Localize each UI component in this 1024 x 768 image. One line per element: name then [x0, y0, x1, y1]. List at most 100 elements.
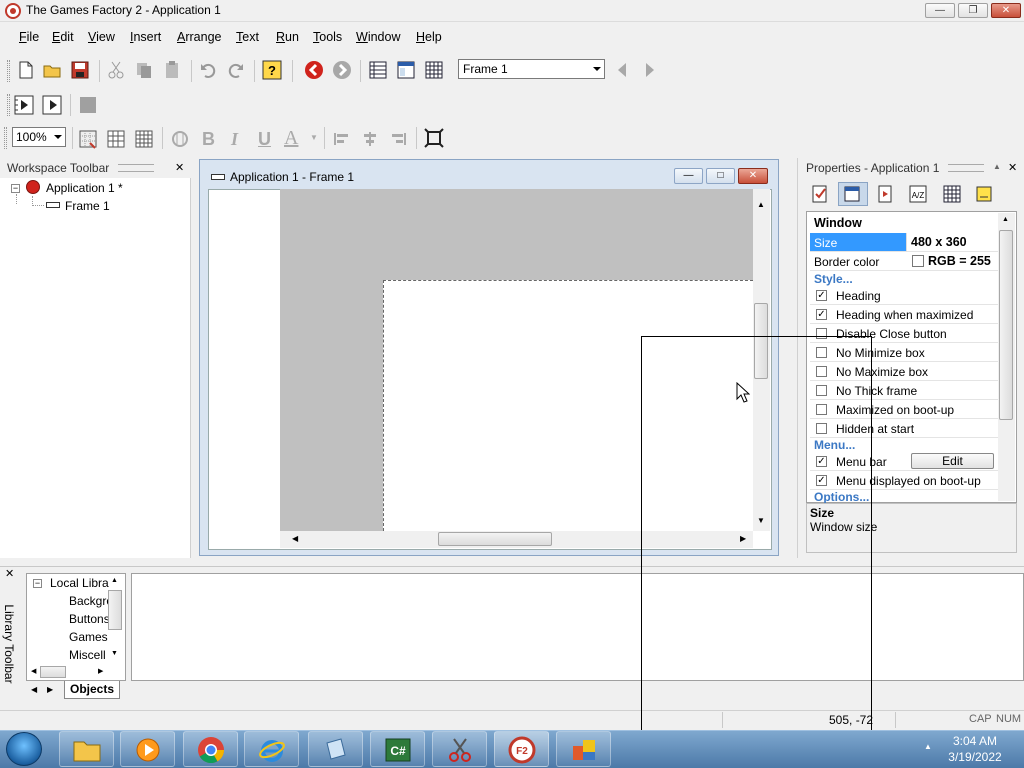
collapse-icon[interactable]: −	[11, 184, 20, 193]
collapse-icon[interactable]: −	[33, 579, 42, 588]
run-application-icon[interactable]	[14, 95, 34, 115]
taskbar-explorer[interactable]	[59, 731, 114, 767]
event-editor-icon[interactable]	[424, 60, 444, 80]
library-root[interactable]: Local Libra	[50, 576, 109, 590]
check-no-minimize[interactable]: No Minimize box	[810, 343, 998, 362]
frame-play-area[interactable]	[383, 280, 753, 531]
properties-scroll-thumb[interactable]	[999, 230, 1013, 420]
frame-horizontal-thumb[interactable]	[438, 532, 552, 546]
tree-item-frame[interactable]: Frame 1	[65, 199, 110, 213]
taskbar-csharp[interactable]: C#	[370, 731, 425, 767]
copy-icon[interactable]	[134, 60, 154, 80]
show-grid-icon[interactable]	[106, 129, 126, 149]
checkbox[interactable]	[816, 404, 827, 415]
scroll-left-icon[interactable]: ◀	[292, 534, 298, 543]
zoom-dropdown[interactable]: 100%	[12, 127, 66, 147]
frame-vertical-thumb[interactable]	[754, 303, 768, 379]
pin-icon[interactable]: ▲	[993, 162, 1001, 171]
menu-text[interactable]: Text	[236, 30, 259, 44]
taskbar-other-app[interactable]	[556, 731, 611, 767]
taskbar-chrome[interactable]	[183, 731, 238, 767]
resize-frame-icon[interactable]	[424, 128, 444, 148]
checkbox[interactable]	[816, 347, 827, 358]
scroll-down-icon[interactable]: ▼	[111, 650, 118, 657]
checkbox[interactable]	[816, 328, 827, 339]
checkbox-checked[interactable]: ✓	[816, 475, 827, 486]
menu-arrange[interactable]: Arrange	[177, 30, 221, 44]
align-right-icon[interactable]	[388, 129, 408, 149]
menu-edit[interactable]: Edit	[52, 30, 74, 44]
frame-close-button[interactable]: ✕	[738, 168, 768, 184]
options-section-link[interactable]: Options...	[814, 490, 869, 504]
library-horizontal-thumb[interactable]	[40, 666, 66, 678]
library-item[interactable]: Games	[69, 630, 108, 644]
menu-run[interactable]: Run	[276, 30, 299, 44]
scroll-up-icon[interactable]: ▲	[111, 577, 118, 584]
scroll-up-icon[interactable]: ▲	[757, 200, 765, 209]
grid-setup-icon[interactable]	[78, 129, 98, 149]
frame-dropdown[interactable]: Frame 1	[458, 59, 605, 79]
start-button[interactable]	[6, 732, 42, 766]
checkbox[interactable]	[816, 385, 827, 396]
check-menu-bar[interactable]: ✓ Menu bar Edit	[810, 452, 998, 471]
forward-gray-icon[interactable]	[332, 60, 352, 80]
library-item[interactable]: Backgro	[69, 594, 113, 608]
checkbox-checked[interactable]: ✓	[816, 290, 827, 301]
chevron-down-icon[interactable]: ▼	[310, 133, 318, 142]
close-icon[interactable]: ✕	[175, 161, 184, 174]
underline-icon[interactable]: U	[258, 129, 271, 150]
checkbox-checked[interactable]: ✓	[816, 456, 827, 467]
snap-grid-icon[interactable]	[134, 129, 154, 149]
close-icon[interactable]: ✕	[5, 567, 14, 580]
frame-maximize-button[interactable]: □	[706, 168, 735, 184]
check-hidden-start[interactable]: Hidden at start	[810, 419, 998, 438]
taskbar-notepad[interactable]	[308, 731, 363, 767]
scroll-down-icon[interactable]: ▼	[757, 516, 765, 525]
settings-tab-icon[interactable]	[810, 184, 830, 204]
undo-icon[interactable]	[198, 60, 218, 80]
library-item[interactable]: Buttons	[69, 612, 110, 626]
taskbar-games-factory[interactable]: F2	[494, 731, 549, 767]
close-icon[interactable]: ✕	[1008, 161, 1017, 174]
new-file-icon[interactable]	[16, 60, 36, 80]
italic-icon[interactable]: I	[231, 129, 238, 150]
scroll-left-icon[interactable]: ◀	[31, 667, 36, 675]
toolbar-grip[interactable]	[7, 94, 10, 116]
menu-section-link[interactable]: Menu...	[814, 438, 855, 452]
property-border-color[interactable]: Border color RGB = 255	[810, 252, 998, 271]
runtime-tab-icon[interactable]	[875, 184, 895, 204]
check-no-maximize[interactable]: No Maximize box	[810, 362, 998, 381]
scroll-up-icon[interactable]: ▲	[1002, 216, 1009, 223]
panel-grip[interactable]	[118, 164, 154, 172]
check-maximized-boot[interactable]: Maximized on boot-up	[810, 400, 998, 419]
window-tab-icon[interactable]	[842, 184, 862, 204]
style-section-link[interactable]: Style...	[814, 272, 853, 286]
help-icon[interactable]: ?	[262, 60, 282, 80]
cut-icon[interactable]	[106, 60, 126, 80]
events-tab-icon[interactable]	[942, 184, 962, 204]
clock-time[interactable]: 3:04 AM	[950, 734, 1000, 748]
tree-item-application[interactable]: Application 1 *	[46, 181, 123, 195]
library-content[interactable]	[131, 573, 1024, 681]
check-heading-maximized[interactable]: ✓ Heading when maximized	[810, 305, 998, 324]
check-disable-close[interactable]: Disable Close button	[810, 324, 998, 343]
check-heading[interactable]: ✓ Heading	[810, 286, 998, 305]
panel-grip[interactable]	[948, 164, 984, 172]
menu-help[interactable]: Help	[416, 30, 442, 44]
toolbar-grip[interactable]	[4, 127, 7, 149]
frame-editor-icon[interactable]	[396, 60, 416, 80]
check-menu-displayed[interactable]: ✓ Menu displayed on boot-up	[810, 471, 998, 490]
clock-date[interactable]: 3/19/2022	[946, 750, 1004, 764]
prev-frame-icon[interactable]	[612, 60, 632, 80]
library-item[interactable]: Miscell	[69, 648, 106, 662]
close-button[interactable]: ✕	[991, 3, 1021, 18]
toolbar-grip[interactable]	[7, 60, 10, 82]
align-center-icon[interactable]	[360, 129, 380, 149]
menu-window[interactable]: Window	[356, 30, 400, 44]
tab-objects[interactable]: Objects	[64, 681, 120, 699]
tab-next-icon[interactable]: ▶	[47, 685, 53, 694]
font-icon[interactable]	[170, 129, 190, 149]
edit-menu-button[interactable]: Edit	[911, 453, 994, 469]
menu-insert[interactable]: Insert	[130, 30, 161, 44]
open-folder-icon[interactable]	[42, 60, 62, 80]
